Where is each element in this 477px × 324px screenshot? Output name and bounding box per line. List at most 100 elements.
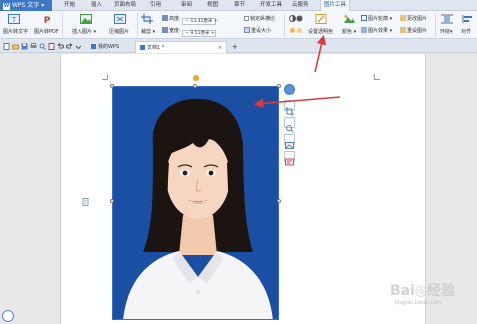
crop-float-button[interactable]	[284, 100, 295, 116]
menu-home[interactable]: 开始	[64, 0, 75, 11]
resize-handle-left[interactable]	[110, 199, 114, 203]
contrast-icons[interactable]	[289, 15, 303, 22]
pic-to-pdf-button[interactable]: 图片转PDF	[34, 28, 59, 35]
resize-handle-top[interactable]	[193, 84, 197, 88]
color-label: 颜色	[342, 29, 353, 35]
undo-icon[interactable]	[57, 43, 64, 50]
resize-handle-right[interactable]	[277, 199, 281, 203]
page-margin-corner	[102, 74, 108, 80]
page-margin-corner	[374, 74, 380, 80]
crop-label: 裁剪	[141, 29, 152, 35]
print-preview-icon[interactable]	[39, 43, 46, 50]
assistant-bubble-button[interactable]	[2, 310, 14, 322]
color-button[interactable]: 颜色 ▾	[342, 28, 356, 35]
wrap-button[interactable]: 环绕▾	[440, 28, 453, 35]
zoom-float-button[interactable]	[284, 117, 295, 133]
export-pdf-icon[interactable]	[48, 43, 55, 50]
crop-icon	[141, 14, 153, 24]
close-tab-icon[interactable]: ×	[218, 42, 222, 54]
wps-writer-window: W WPS 文字 ▾ 开始 插入 页面布局 引用 审阅 视图 章节 开发工具 云服…	[0, 0, 477, 324]
width-value: 9.51厘米	[190, 31, 210, 36]
ribbon-separator	[62, 13, 63, 37]
height-input[interactable]: − 13.31厘米 +	[182, 18, 218, 25]
tab-my-wps-label: 我的WPS	[98, 44, 120, 50]
wrap-label: 环绕	[440, 29, 451, 35]
redo-icon[interactable]	[66, 43, 73, 50]
menu-developer-tools[interactable]: 开发工具	[260, 0, 282, 11]
ribbon-separator	[284, 13, 285, 37]
picture-outline-button[interactable]: 图片轮廓 ▾	[361, 15, 392, 22]
height-decrement[interactable]: −	[185, 19, 189, 24]
picture-tools-ribbon: T 图片转文字 P 图片转PDF 插入图片 ▾ 压缩图片 裁剪 ▾ 高度: − …	[0, 11, 477, 39]
menu-view[interactable]: 视图	[207, 0, 218, 11]
menu-bar: W WPS 文字 ▾ 开始 插入 页面布局 引用 审阅 视图 章节 开发工具 云服…	[0, 0, 477, 11]
pic-to-text-button[interactable]: 图片转文字	[3, 28, 28, 35]
reset-size-button[interactable]: 重设大小	[244, 27, 271, 34]
lock-ratio-box[interactable]	[244, 16, 249, 21]
picture-effect-button[interactable]: 图片效果 ▾	[361, 27, 392, 34]
reset-size-icon	[244, 27, 250, 33]
rotate-handle[interactable]	[193, 75, 199, 81]
compress-picture-button[interactable]: 压缩图片	[109, 28, 129, 35]
set-transparent-color-button[interactable]: 设置透明色	[308, 28, 333, 35]
menu-picture-tools[interactable]: 图片工具	[320, 0, 351, 11]
tab-my-wps[interactable]: 我的WPS	[87, 41, 123, 53]
insert-picture-button[interactable]: 插入图片 ▾	[72, 28, 96, 35]
menu-page-layout[interactable]: 页面布局	[114, 0, 136, 11]
width-input[interactable]: − 9.51厘米 +	[182, 30, 217, 37]
change-picture-button[interactable]: 更改图片	[400, 15, 427, 22]
lock-ratio-checkbox[interactable]: 锁定纵横比	[244, 15, 275, 22]
pic-to-pdf-icon: P	[44, 16, 51, 24]
menu-review[interactable]: 审阅	[181, 0, 192, 11]
crop-button[interactable]: 裁剪 ▾	[141, 28, 155, 35]
reset-picture-icon	[400, 27, 406, 33]
ribbon-separator	[435, 13, 436, 37]
reset-picture-label: 重设图片	[407, 28, 428, 34]
menu-references[interactable]: 引用	[150, 0, 161, 11]
change-picture-label: 更改图片	[407, 16, 428, 22]
height-value: 13.31厘米	[190, 19, 213, 24]
wps-app-menu-button[interactable]: W WPS 文字 ▾	[0, 0, 52, 11]
print-icon[interactable]	[30, 43, 37, 50]
tab-document1[interactable]: 文档1 * ×	[135, 41, 227, 53]
picture-effect-label: 图片效果	[368, 28, 389, 34]
menu-chapter[interactable]: 章节	[234, 0, 245, 11]
layout-options-button[interactable]	[284, 84, 295, 97]
width-increment[interactable]: +	[211, 31, 215, 36]
align-button[interactable]: 对齐	[461, 28, 471, 35]
reset-size-label: 重设大小	[251, 28, 272, 34]
height-icon	[162, 15, 168, 21]
comment-float-button[interactable]	[284, 151, 295, 166]
menu-insert[interactable]: 插入	[91, 0, 102, 11]
change-picture-icon	[400, 15, 406, 21]
new-tab-button[interactable]: +	[228, 41, 242, 53]
menu-cloud-service[interactable]: 云服务	[292, 0, 309, 11]
width-decrement[interactable]: −	[185, 31, 189, 36]
image-float-button[interactable]	[284, 134, 295, 149]
edit-comment-icon	[285, 158, 294, 166]
open-folder-icon[interactable]	[12, 43, 19, 50]
resize-handle-top-left[interactable]	[110, 84, 114, 88]
width-control: 宽度: − 9.51厘米 +	[162, 27, 217, 37]
align-icon	[462, 15, 472, 23]
picture-outline-icon	[361, 15, 367, 21]
picture-effect-icon	[361, 27, 367, 33]
brightness-icons[interactable]	[289, 27, 303, 34]
baidu-jingyan-url: jingyan.baidu.com	[395, 300, 442, 306]
width-label: 宽度:	[169, 28, 181, 34]
resize-handle-top-right[interactable]	[277, 84, 281, 88]
height-control: 高度: − 13.31厘米 +	[162, 15, 218, 25]
new-file-icon[interactable]	[3, 43, 10, 50]
svg-text:T: T	[11, 16, 17, 24]
compress-picture-icon	[114, 14, 126, 24]
my-wps-icon	[91, 44, 96, 49]
insert-picture-icon	[80, 14, 92, 24]
wps-logo-icon: W	[3, 3, 10, 10]
document-icon	[140, 45, 145, 50]
id-photo-image[interactable]	[112, 86, 279, 320]
quick-access-more-icon[interactable]	[75, 43, 82, 50]
save-icon[interactable]	[21, 43, 28, 50]
paragraph-layout-icon[interactable]	[82, 198, 90, 206]
height-increment[interactable]: +	[214, 19, 218, 24]
reset-picture-button[interactable]: 重设图片	[400, 27, 427, 34]
